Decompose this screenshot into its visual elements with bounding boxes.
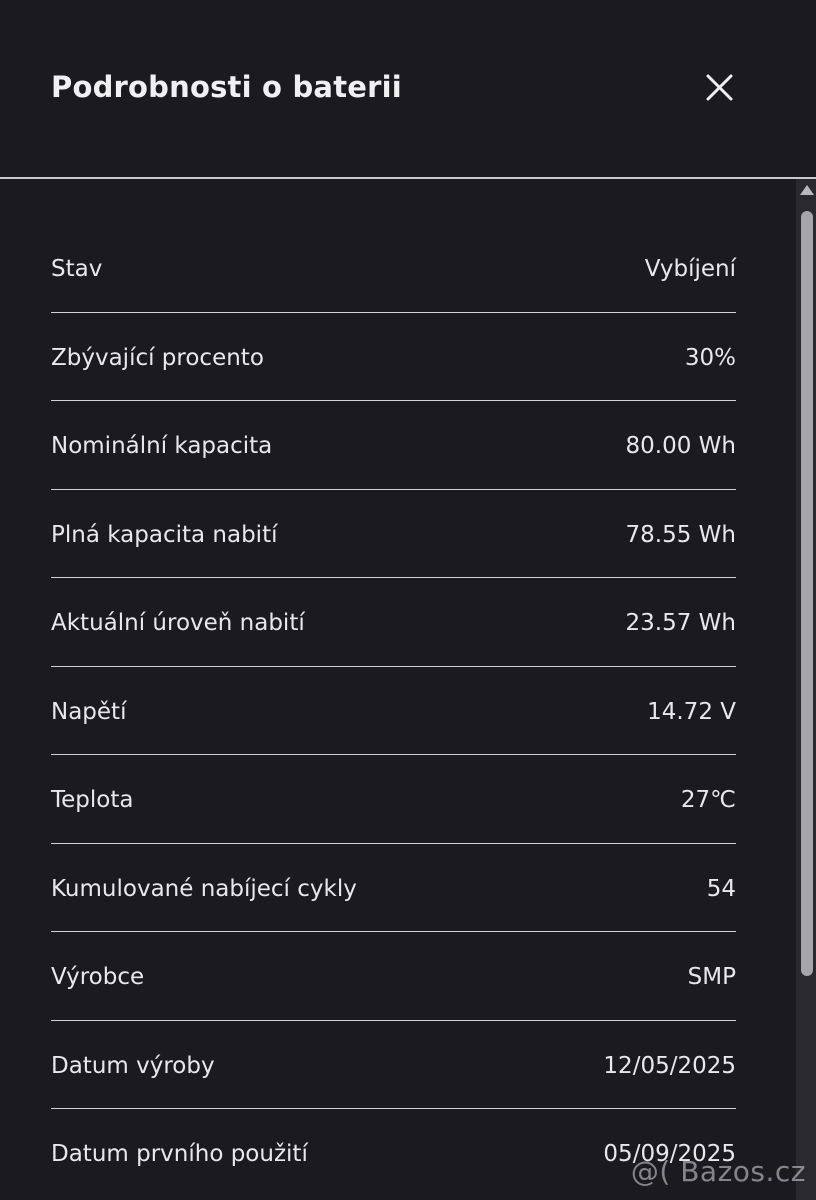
detail-label: Kumulované nabíjecí cykly	[51, 875, 357, 902]
detail-row-nominal-capacity: Nominální kapacita 80.00 Wh	[51, 401, 736, 490]
detail-value: 27℃	[680, 787, 736, 813]
detail-value: Vybíjení	[644, 256, 736, 282]
detail-label: Výrobce	[51, 964, 145, 990]
detail-value: 14.72 V	[647, 698, 736, 725]
dialog-title: Podrobnosti o baterii	[51, 70, 402, 104]
detail-label: Aktuální úroveň nabití	[51, 610, 305, 636]
detail-row-charge-cycles: Kumulované nabíjecí cykly 54	[51, 844, 736, 932]
detail-row-current-charge: Aktuální úroveň nabití 23.57 Wh	[51, 578, 736, 667]
detail-label: Datum výroby	[51, 1052, 215, 1079]
detail-row-remaining-percent: Zbývající procento 30%	[51, 313, 736, 401]
detail-value: 80.00 Wh	[625, 433, 736, 459]
detail-value: 12/05/2025	[603, 1052, 736, 1079]
detail-value: SMP	[687, 964, 736, 990]
detail-value: 54	[706, 875, 736, 902]
close-button[interactable]	[698, 66, 742, 110]
battery-details-list: Stav Vybíjení Zbývající procento 30% Nom…	[51, 224, 736, 1197]
scroll-up-arrow-icon[interactable]	[800, 185, 814, 195]
detail-label: Nominální kapacita	[51, 433, 273, 459]
dialog-header: Podrobnosti o baterii	[0, 0, 816, 177]
detail-value: 23.57 Wh	[625, 610, 736, 636]
detail-row-voltage: Napětí 14.72 V	[51, 667, 736, 755]
detail-row-manufacturer: Výrobce SMP	[51, 932, 736, 1021]
detail-row-manufacture-date: Datum výroby 12/05/2025	[51, 1021, 736, 1109]
detail-label: Plná kapacita nabití	[51, 521, 278, 548]
detail-row-full-charge-capacity: Plná kapacita nabití 78.55 Wh	[51, 490, 736, 578]
detail-value: 78.55 Wh	[625, 521, 736, 548]
battery-details-dialog: Podrobnosti o baterii Stav Vybíjení Zbýv…	[0, 0, 816, 1200]
detail-value: 30%	[684, 344, 736, 371]
detail-label: Datum prvního použití	[51, 1141, 308, 1167]
detail-label: Stav	[51, 256, 103, 282]
detail-label: Napětí	[51, 698, 127, 725]
scrollbar-thumb[interactable]	[801, 211, 813, 976]
close-icon	[706, 74, 733, 101]
detail-label: Zbývající procento	[51, 344, 264, 371]
detail-label: Teplota	[51, 787, 134, 813]
vertical-scrollbar[interactable]	[796, 179, 816, 1200]
detail-row-status: Stav Vybíjení	[51, 224, 736, 313]
details-scroll-area[interactable]: Stav Vybíjení Zbývající procento 30% Nom…	[0, 179, 796, 1200]
watermark: @( Bazos.cz	[630, 1155, 806, 1188]
detail-row-temperature: Teplota 27℃	[51, 755, 736, 844]
